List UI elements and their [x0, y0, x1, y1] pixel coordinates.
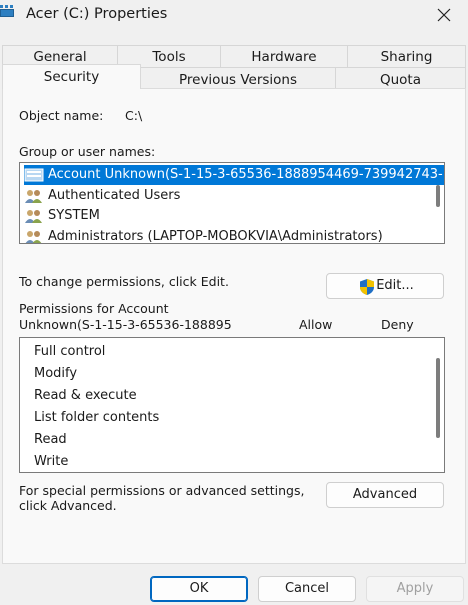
permission-row: Read	[34, 432, 67, 447]
window-title: Acer (C:) Properties	[26, 6, 168, 22]
permission-row: Modify	[34, 366, 78, 381]
account-unknown-icon	[24, 168, 44, 182]
group-user-list[interactable]: Account Unknown(S-1-15-3-65536-188895446…	[19, 162, 445, 244]
list-item-label: SYSTEM	[48, 208, 100, 223]
tab-quota[interactable]: Quota	[335, 67, 466, 89]
list-item-label: Authenticated Users	[48, 188, 181, 203]
tab-previous-versions[interactable]: Previous Versions	[140, 67, 336, 89]
drive-icon	[0, 5, 16, 19]
tab-sharing[interactable]: Sharing	[347, 45, 466, 67]
tab-hardware[interactable]: Hardware	[220, 45, 348, 67]
list-item-label: Account Unknown(S-1-15-3-65536-188895446…	[46, 165, 444, 185]
users-icon	[25, 210, 42, 223]
list-item[interactable]: SYSTEM	[24, 206, 424, 226]
permissions-scrollbar[interactable]	[436, 358, 440, 438]
tab-label: Sharing	[380, 49, 433, 65]
permissions-for-label-line2: Unknown(S-1-15-3-65536-18889544(	[19, 317, 231, 332]
ok-button[interactable]: OK	[150, 576, 248, 602]
advanced-text-line1: For special permissions or advanced sett…	[19, 483, 305, 498]
change-permissions-text: To change permissions, click Edit.	[19, 274, 229, 289]
apply-button: Apply	[366, 576, 464, 602]
permission-row: Full control	[34, 344, 106, 359]
group-list-scrollbar[interactable]	[436, 185, 440, 207]
tab-label: Hardware	[251, 49, 317, 65]
deny-column-header: Deny	[381, 317, 414, 332]
list-item[interactable]: Authenticated Users	[24, 186, 424, 206]
users-icon	[25, 190, 42, 203]
title-bar: Acer (C:) Properties	[0, 0, 468, 32]
tab-security[interactable]: Security	[2, 64, 141, 89]
group-names-label: Group or user names:	[19, 144, 156, 159]
permission-row: Write	[34, 454, 69, 469]
allow-column-header: Allow	[299, 317, 333, 332]
permission-row: Read & execute	[34, 388, 137, 403]
advanced-text-line2: click Advanced.	[19, 498, 117, 513]
close-icon	[437, 8, 451, 22]
advanced-button[interactable]: Advanced	[326, 482, 444, 508]
permissions-list[interactable]: Full control Modify Read & execute List …	[19, 337, 445, 473]
edit-button[interactable]: Edit...	[326, 273, 444, 299]
edit-button-label: Edit...	[376, 278, 414, 293]
uac-shield-icon	[360, 279, 374, 295]
object-name-value: C:\	[125, 108, 143, 123]
cancel-button[interactable]: Cancel	[258, 576, 356, 602]
list-item[interactable]: Administrators (LAPTOP-MOBOKVIA\Administ…	[24, 227, 424, 244]
object-name-label: Object name:	[19, 108, 104, 123]
list-item[interactable]: Account Unknown(S-1-15-3-65536-188895446…	[24, 165, 444, 185]
permissions-for-label-line1: Permissions for Account	[19, 301, 169, 316]
list-item-label: Administrators (LAPTOP-MOBOKVIA\Administ…	[48, 229, 383, 244]
users-icon	[25, 231, 42, 243]
permission-row: List folder contents	[34, 410, 160, 425]
close-button[interactable]	[422, 0, 468, 32]
tab-label: Security	[43, 69, 100, 85]
